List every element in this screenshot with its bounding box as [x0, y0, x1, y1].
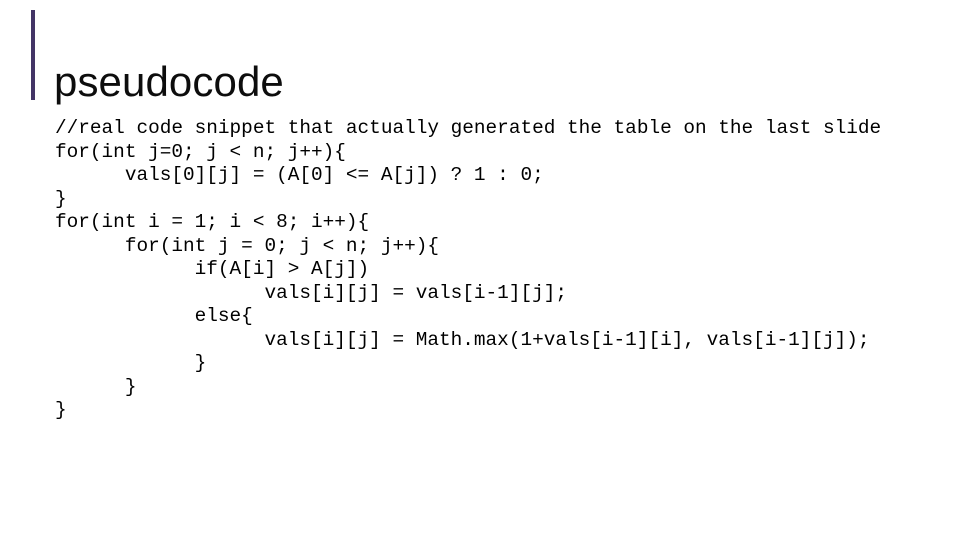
code-line: if(A[i] > A[j]) [55, 258, 370, 280]
code-line: } [55, 375, 137, 398]
title-accent-bar [31, 10, 35, 100]
code-line: } [55, 187, 67, 210]
code-line: vals[i][j] = Math.max(1+vals[i-1][i], va… [55, 328, 870, 351]
code-line: for(int i = 1; i < 8; i++){ [55, 211, 370, 233]
slide-canvas: pseudocode //real code snippet that actu… [0, 0, 960, 540]
code-line: for(int j = 0; j < n; j++){ [55, 234, 439, 257]
code-line: else{ [55, 305, 253, 327]
code-line: vals[0][j] = (A[0] <= A[j]) ? 1 : 0; [55, 164, 544, 186]
code-line: } [55, 352, 207, 374]
code-line: //real code snippet that actually genera… [55, 117, 882, 139]
code-block: //real code snippet that actually genera… [55, 117, 935, 423]
code-line: } [55, 399, 67, 421]
page-title: pseudocode [54, 58, 284, 106]
code-line: vals[i][j] = vals[i-1][j]; [55, 281, 567, 304]
code-line: for(int j=0; j < n; j++){ [55, 140, 346, 163]
